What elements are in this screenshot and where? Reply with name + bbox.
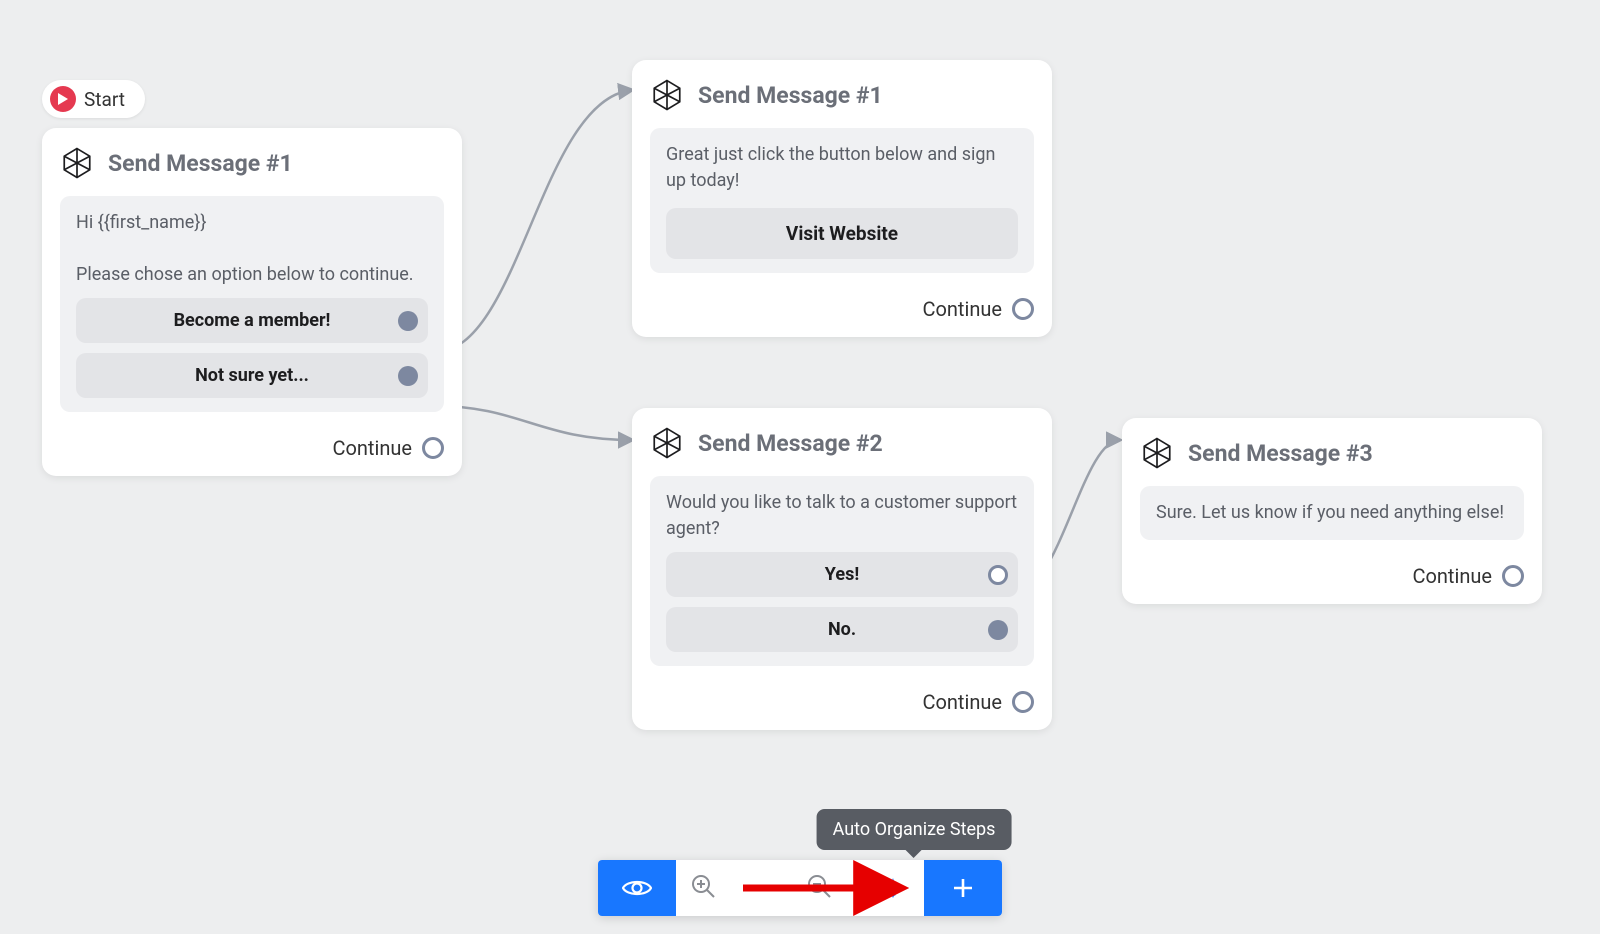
message-block: Hi {{first_name}} Please chose an option… xyxy=(60,196,444,412)
node-header: Send Message #3 xyxy=(1140,436,1524,470)
preview-button[interactable] xyxy=(598,860,676,916)
message-block: Great just click the button below and si… xyxy=(650,128,1034,273)
node-header: Send Message #1 xyxy=(650,78,1034,112)
connector-port[interactable] xyxy=(1502,565,1524,587)
continue-label: Continue xyxy=(1412,564,1492,588)
connector-port[interactable] xyxy=(398,311,418,331)
continue-row[interactable]: Continue xyxy=(650,690,1034,714)
connector-port[interactable] xyxy=(1012,298,1034,320)
start-label: Start xyxy=(84,88,125,111)
node-title: Send Message #1 xyxy=(108,150,293,177)
zoom-out-button[interactable] xyxy=(806,873,832,903)
option-become-member[interactable]: Become a member! xyxy=(76,298,428,343)
node-title: Send Message #1 xyxy=(698,82,883,109)
hexagon-icon xyxy=(650,78,684,112)
zoom-in-button[interactable] xyxy=(690,873,716,903)
continue-label: Continue xyxy=(922,297,1002,321)
option-label: No. xyxy=(828,619,856,640)
message-block: Sure. Let us know if you need anything e… xyxy=(1140,486,1524,540)
node-title: Send Message #3 xyxy=(1188,440,1373,467)
connector-port[interactable] xyxy=(398,366,418,386)
message-text: Great just click the button below and si… xyxy=(666,142,1018,194)
message-text: Hi {{first_name}} Please chose an option… xyxy=(76,210,428,288)
canvas-toolbar xyxy=(598,860,1002,916)
add-step-button[interactable] xyxy=(924,860,1002,916)
visit-website-button[interactable]: Visit Website xyxy=(666,208,1018,259)
option-not-sure[interactable]: Not sure yet... xyxy=(76,353,428,398)
continue-row[interactable]: Continue xyxy=(650,297,1034,321)
node-title: Send Message #2 xyxy=(698,430,883,457)
button-label: Visit Website xyxy=(786,222,898,245)
hexagon-icon xyxy=(1140,436,1174,470)
node-header: Send Message #1 xyxy=(60,146,444,180)
flow-node-send-message-1b[interactable]: Send Message #1 Great just click the but… xyxy=(632,60,1052,337)
connector-port[interactable] xyxy=(1012,691,1034,713)
option-label: Yes! xyxy=(825,564,859,585)
play-icon xyxy=(50,86,76,112)
continue-row[interactable]: Continue xyxy=(1140,564,1524,588)
connector-port[interactable] xyxy=(988,565,1008,585)
zoom-controls xyxy=(676,860,846,916)
hexagon-icon xyxy=(650,426,684,460)
continue-label: Continue xyxy=(922,690,1002,714)
option-label: Not sure yet... xyxy=(195,365,309,386)
hexagon-icon xyxy=(60,146,94,180)
message-text: Sure. Let us know if you need anything e… xyxy=(1156,500,1508,526)
auto-organize-button[interactable] xyxy=(846,860,924,916)
option-label: Become a member! xyxy=(174,310,331,331)
start-node[interactable]: Start xyxy=(42,80,145,118)
message-text: Would you like to talk to a customer sup… xyxy=(666,490,1018,542)
flow-node-send-message-1a[interactable]: Send Message #1 Hi {{first_name}} Please… xyxy=(42,128,462,476)
option-yes[interactable]: Yes! xyxy=(666,552,1018,597)
message-block: Would you like to talk to a customer sup… xyxy=(650,476,1034,666)
tooltip-auto-organize: Auto Organize Steps xyxy=(817,809,1012,850)
tooltip-text: Auto Organize Steps xyxy=(833,819,996,840)
connector-port[interactable] xyxy=(988,620,1008,640)
continue-label: Continue xyxy=(332,436,412,460)
option-no[interactable]: No. xyxy=(666,607,1018,652)
connector-port[interactable] xyxy=(422,437,444,459)
node-header: Send Message #2 xyxy=(650,426,1034,460)
flow-canvas[interactable]: Start Send Message #1 Hi {{first_name}} … xyxy=(0,0,1600,934)
continue-row[interactable]: Continue xyxy=(60,436,444,460)
flow-node-send-message-2[interactable]: Send Message #2 Would you like to talk t… xyxy=(632,408,1052,730)
flow-node-send-message-3[interactable]: Send Message #3 Sure. Let us know if you… xyxy=(1122,418,1542,604)
